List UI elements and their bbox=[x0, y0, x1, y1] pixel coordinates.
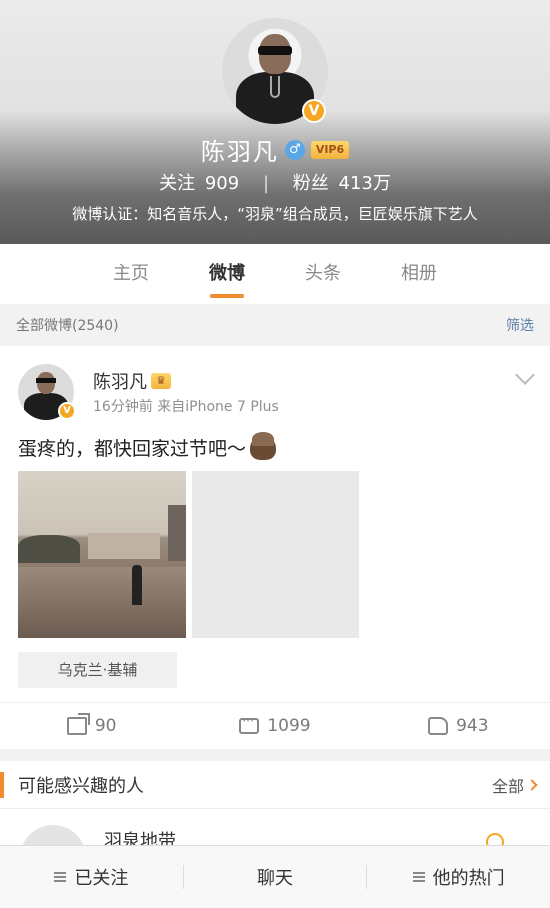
hot-posts-label: 他的热门 bbox=[432, 868, 505, 889]
repost-icon bbox=[66, 713, 90, 735]
view-all-button[interactable]: 全部 bbox=[491, 773, 538, 797]
photo-plaza bbox=[18, 567, 186, 638]
post-author-name[interactable]: 陈羽凡 bbox=[93, 368, 147, 394]
all-posts-count: 全部微博(2540) bbox=[16, 318, 119, 334]
filter-bar: 全部微博(2540) 筛选 bbox=[0, 304, 550, 346]
comment-count: 1099 bbox=[267, 716, 311, 736]
male-gender-icon: ♂ bbox=[284, 139, 305, 160]
section-accent-bar bbox=[0, 771, 4, 798]
photo-person bbox=[132, 565, 142, 605]
avatar-chain bbox=[270, 76, 280, 98]
tab-home[interactable]: 主页 bbox=[83, 244, 179, 304]
tab-weibo[interactable]: 微博 bbox=[179, 244, 275, 304]
profile-header: V 陈羽凡 ♂ VIP6 关注 909 | 粉丝 413万 微博认证：知名音乐人… bbox=[0, 0, 550, 244]
post-author-row: 陈羽凡 ♛ bbox=[93, 368, 171, 394]
post-photo-placeholder[interactable] bbox=[192, 471, 359, 638]
tab-album[interactable]: 相册 bbox=[371, 244, 467, 304]
chevron-down-icon[interactable] bbox=[515, 365, 535, 385]
profile-tabs: 主页 微博 头条 相册 bbox=[0, 244, 550, 304]
bottom-action-bar: 已关注 聊天 他的热门 bbox=[0, 845, 550, 908]
followed-label: 已关注 bbox=[74, 868, 129, 889]
tab-headlines[interactable]: 头条 bbox=[275, 244, 371, 304]
following-count: 909 bbox=[204, 173, 240, 194]
photo-trees bbox=[18, 535, 80, 563]
verified-badge-icon: V bbox=[58, 402, 76, 420]
filter-button[interactable]: 筛选 bbox=[506, 315, 534, 335]
chevron-right-icon bbox=[526, 778, 538, 791]
post-card: V 陈羽凡 ♛ 16分钟前 来自iPhone 7 Plus 蛋疼的，都快回家过节… bbox=[0, 346, 550, 749]
fans-count: 413万 bbox=[338, 173, 391, 194]
suggested-title-row: 可能感兴趣的人 bbox=[0, 771, 144, 798]
suggested-header: 可能感兴趣的人 全部 bbox=[0, 761, 550, 809]
profile-stats: 关注 909 | 粉丝 413万 bbox=[0, 169, 550, 195]
verification-text: 微博认证：知名音乐人，“羽泉”组合成员，巨匠娱乐旗下艺人 bbox=[72, 205, 478, 223]
post-text: 蛋疼的，都快回家过节吧～ bbox=[18, 438, 247, 460]
followed-button[interactable]: 已关注 bbox=[0, 864, 183, 890]
chat-button[interactable]: 聊天 bbox=[182, 865, 367, 889]
stats-separator: | bbox=[262, 173, 270, 194]
turkey-emoji-icon bbox=[250, 431, 277, 460]
profile-name: 陈羽凡 bbox=[200, 138, 279, 166]
vip-badge-icon[interactable]: VIP6 bbox=[310, 140, 350, 159]
repost-count: 90 bbox=[94, 716, 117, 736]
comment-button[interactable]: 1099 bbox=[183, 703, 366, 749]
thumbs-up-icon bbox=[428, 717, 449, 735]
post-text-row: 蛋疼的，都快回家过节吧～ bbox=[18, 431, 277, 461]
fans-label: 粉丝 bbox=[292, 173, 329, 194]
post-meta: 16分钟前 来自iPhone 7 Plus bbox=[93, 399, 279, 415]
menu-icon bbox=[412, 872, 425, 882]
comment-icon bbox=[239, 714, 260, 734]
chat-label: 聊天 bbox=[257, 868, 293, 889]
vip-crown-icon: ♛ bbox=[151, 373, 171, 389]
like-button[interactable]: 943 bbox=[367, 703, 550, 749]
photo-building bbox=[88, 533, 160, 559]
suggested-title: 可能感兴趣的人 bbox=[18, 775, 144, 797]
post-actions: 90 1099 943 bbox=[0, 702, 550, 749]
profile-name-row: 陈羽凡 ♂ VIP6 bbox=[0, 132, 550, 167]
menu-icon bbox=[54, 872, 67, 882]
hot-posts-button[interactable]: 他的热门 bbox=[366, 865, 550, 889]
following-link[interactable]: 关注 909 bbox=[157, 173, 247, 194]
repost-button[interactable]: 90 bbox=[0, 703, 183, 749]
location-tag[interactable]: 乌克兰·基辅 bbox=[18, 652, 177, 688]
fans-link[interactable]: 粉丝 413万 bbox=[291, 173, 393, 194]
avatar-sunglasses bbox=[36, 378, 56, 383]
following-label: 关注 bbox=[159, 173, 196, 194]
view-all-label: 全部 bbox=[491, 776, 524, 796]
vip-label: VIP6 bbox=[315, 142, 345, 156]
avatar-face bbox=[37, 372, 55, 394]
post-photo[interactable] bbox=[18, 471, 186, 638]
like-count: 943 bbox=[456, 716, 489, 736]
avatar-sunglasses bbox=[258, 46, 292, 55]
verified-badge-icon: V bbox=[302, 99, 326, 123]
photo-tower bbox=[168, 505, 186, 561]
